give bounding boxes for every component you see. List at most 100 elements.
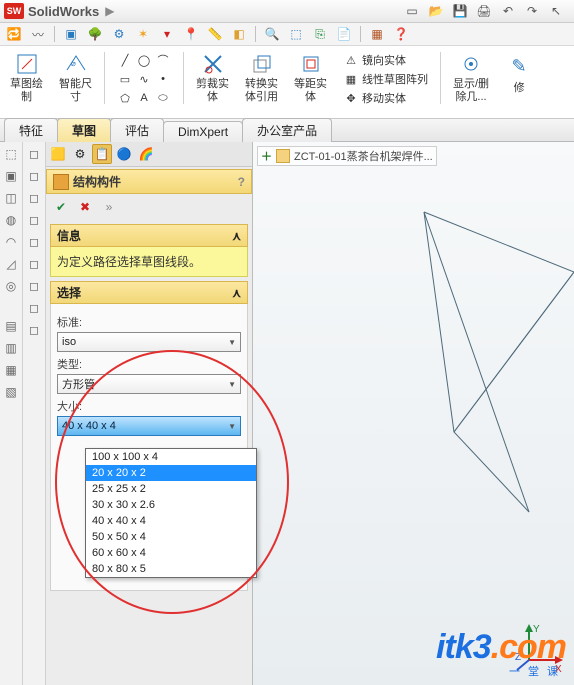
doc-tree-root[interactable]: ＋ ZCT-01-01蒸茶台机架焊件...	[257, 146, 437, 166]
pin-button[interactable]: »	[100, 198, 118, 216]
size-option[interactable]: 30 x 30 x 2.6	[86, 497, 256, 513]
ribbon-pattern[interactable]: ▦线性草图阵列	[343, 71, 428, 87]
weldment-icon	[276, 149, 290, 163]
rebuild-icon[interactable]: 🔁	[6, 26, 22, 42]
dimension-icon[interactable]: ⬚	[288, 26, 304, 42]
point-tool-icon[interactable]: •	[155, 71, 171, 87]
lt-more3-icon[interactable]: ▦	[3, 362, 19, 378]
redo-icon[interactable]: ↷	[524, 3, 540, 19]
collapse-icon[interactable]: ⋏	[232, 286, 241, 300]
spline-tool-icon[interactable]: ∿	[136, 71, 152, 87]
open-icon[interactable]: 📂	[428, 3, 444, 19]
lt2-g-icon[interactable]: ◻	[26, 278, 42, 294]
size-option[interactable]: 25 x 25 x 2	[86, 481, 256, 497]
section-selection-header[interactable]: 选择 ⋏	[50, 281, 248, 304]
ribbon-smart-dim[interactable]: ⌀ 智能尺 寸	[53, 50, 98, 118]
lt2-i-icon[interactable]: ◻	[26, 322, 42, 338]
ribbon-fix[interactable]: ✎ 修	[499, 50, 539, 118]
ok-button[interactable]: ✔	[52, 198, 70, 216]
window-icon[interactable]: ▣	[63, 26, 79, 42]
cancel-button[interactable]: ✖	[76, 198, 94, 216]
poly-tool-icon[interactable]: ⬠	[117, 90, 133, 106]
search-icon[interactable]: 🔍	[264, 26, 280, 42]
line-icon[interactable]: 〰	[30, 26, 46, 42]
lt2-a-icon[interactable]: ◻	[26, 146, 42, 162]
select-icon[interactable]: ↖	[548, 3, 564, 19]
collapse-icon[interactable]: ⋏	[232, 229, 241, 243]
print-icon[interactable]: 🖨	[476, 3, 492, 19]
graphics-viewport[interactable]: ＋ ZCT-01-01蒸茶台机架焊件... Y X Z	[253, 142, 574, 685]
tree-icon[interactable]: 🌳	[87, 26, 103, 42]
lt-cut-icon[interactable]: ◫	[3, 190, 19, 206]
std-select[interactable]: iso ▼	[57, 332, 241, 352]
ribbon: 草图绘 制 ⌀ 智能尺 寸 ╱◯⌒ ▭∿• ⬠A⬭ 剪裁实 体 转换实 体引用 …	[0, 46, 574, 119]
lt2-d-icon[interactable]: ◻	[26, 212, 42, 228]
tab-sketch[interactable]: 草图	[57, 118, 111, 142]
mirror-icon: ⚠	[343, 52, 359, 68]
lt2-h-icon[interactable]: ◻	[26, 300, 42, 316]
size-option[interactable]: 100 x 100 x 4	[86, 449, 256, 465]
tab-office[interactable]: 办公室产品	[242, 118, 332, 142]
ribbon-convert[interactable]: 转换实 体引用	[239, 50, 284, 118]
tab-feature[interactable]: 特征	[4, 118, 58, 142]
lt-chamfer-icon[interactable]: ◿	[3, 256, 19, 272]
lt-more2-icon[interactable]: ▥	[3, 340, 19, 356]
macro-icon[interactable]: ▦	[369, 26, 385, 42]
fm-btn-render-icon[interactable]: 🌈	[136, 144, 156, 164]
cube-icon[interactable]: ◧	[231, 26, 247, 42]
help-icon[interactable]: ❓	[393, 26, 409, 42]
size-dropdown[interactable]: 100 x 100 x 420 x 20 x 225 x 25 x 230 x …	[85, 448, 257, 578]
lt-fillet-icon[interactable]: ◠	[3, 234, 19, 250]
section-info-header[interactable]: 信息 ⋏	[50, 224, 248, 247]
lt-extrude-icon[interactable]: ▣	[3, 168, 19, 184]
ribbon-offset[interactable]: 等距实 体	[288, 50, 333, 118]
size-option[interactable]: 80 x 80 x 5	[86, 561, 256, 577]
expand-icon[interactable]: ＋	[261, 148, 272, 164]
tab-evaluate[interactable]: 评估	[110, 118, 164, 142]
lt-more1-icon[interactable]: ▤	[3, 318, 19, 334]
lt-box-icon[interactable]: ⬚	[3, 146, 19, 162]
ribbon-sketch-draw[interactable]: 草图绘 制	[4, 50, 49, 118]
size-option[interactable]: 50 x 50 x 4	[86, 529, 256, 545]
gear-icon[interactable]: ✶	[135, 26, 151, 42]
fm-btn-prop-icon[interactable]: 📋	[92, 144, 112, 164]
lt2-b-icon[interactable]: ◻	[26, 168, 42, 184]
title-arrow-icon[interactable]: ▶	[105, 4, 114, 18]
doc-icon[interactable]: 📄	[336, 26, 352, 42]
panel-help-icon[interactable]: ?	[238, 175, 245, 189]
slot-tool-icon[interactable]: ⬭	[155, 90, 171, 106]
fm-btn-config-icon[interactable]: ⚙	[70, 144, 90, 164]
lt2-e-icon[interactable]: ◻	[26, 234, 42, 250]
settings-icon[interactable]: ⚙	[111, 26, 127, 42]
rect-tool-icon[interactable]: ▭	[117, 71, 133, 87]
flag-icon[interactable]: ▾	[159, 26, 175, 42]
arc-tool-icon[interactable]: ⌒	[155, 52, 171, 68]
lt-hole-icon[interactable]: ◎	[3, 278, 19, 294]
ribbon-move[interactable]: ✥移动实体	[343, 90, 406, 106]
lt-revolve-icon[interactable]: ◍	[3, 212, 19, 228]
circle-tool-icon[interactable]: ◯	[136, 52, 152, 68]
size-option[interactable]: 20 x 20 x 2	[86, 465, 256, 481]
size-option[interactable]: 40 x 40 x 4	[86, 513, 256, 529]
fm-btn-display-icon[interactable]: 🔵	[114, 144, 134, 164]
marker-icon[interactable]: 📍	[183, 26, 199, 42]
save-icon[interactable]: 💾	[452, 3, 468, 19]
fm-btn-part-icon[interactable]: 🟨	[48, 144, 68, 164]
line-tool-icon[interactable]: ╱	[117, 52, 133, 68]
ribbon-showhide[interactable]: 显示/删 除几...	[447, 50, 495, 118]
measure-icon[interactable]: 📏	[207, 26, 223, 42]
export-icon[interactable]: ⎘	[312, 26, 328, 42]
text-tool-icon[interactable]: A	[136, 90, 152, 106]
ok-cancel-row: ✔ ✖ »	[46, 194, 252, 220]
ribbon-mirror[interactable]: ⚠镜向实体	[343, 52, 406, 68]
tab-dimxpert[interactable]: DimXpert	[163, 121, 243, 142]
lt2-f-icon[interactable]: ◻	[26, 256, 42, 272]
size-option[interactable]: 60 x 60 x 4	[86, 545, 256, 561]
ribbon-trim[interactable]: 剪裁实 体	[190, 50, 235, 118]
type-select[interactable]: 方形管 ▼	[57, 374, 241, 394]
lt2-c-icon[interactable]: ◻	[26, 190, 42, 206]
lt-more4-icon[interactable]: ▧	[3, 384, 19, 400]
size-select[interactable]: 40 x 40 x 4 ▼	[57, 416, 241, 436]
new-icon[interactable]: ▭	[404, 3, 420, 19]
undo-icon[interactable]: ↶	[500, 3, 516, 19]
